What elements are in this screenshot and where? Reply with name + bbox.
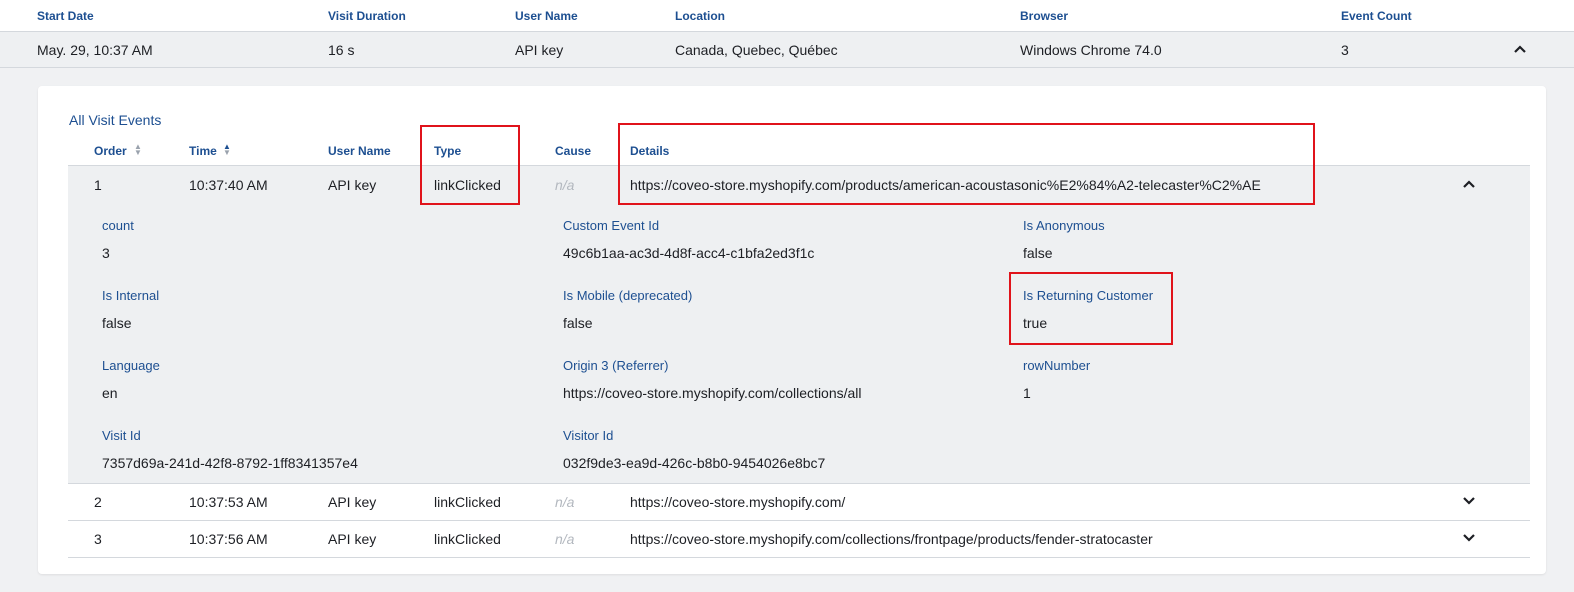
visit-start-date: May. 29, 10:37 AM [37,42,153,58]
detail-value-is-mobile: false [563,315,593,331]
table-row[interactable]: 3 10:37:56 AM API key linkClicked n/a ht… [68,520,1530,557]
detail-value-language: en [102,385,118,401]
card-title: All Visit Events [69,112,162,128]
detail-value-visit-id: 7357d69a-241d-42f8-8792-1ff8341357e4 [102,455,358,471]
detail-value-visitor-id: 032f9de3-ea9d-426c-b8b0-9454026e8bc7 [563,455,826,471]
detail-label-count: count [102,218,134,233]
highlight-box-details [618,123,1315,205]
detail-label-row-number: rowNumber [1023,358,1091,373]
event-user-name: API key [328,531,377,547]
visit-browser: Windows Chrome 74.0 [1020,42,1162,58]
header-cause[interactable]: Cause [555,144,591,158]
event-details-panel: count 3 Custom Event Id 49c6b1aa-ac3d-4d… [68,203,1530,483]
visit-user-name: API key [515,42,564,58]
sort-icon[interactable]: ▲ ▼ [134,143,142,157]
detail-value-row-number: 1 [1023,385,1031,401]
detail-label-visitor-id: Visitor Id [563,428,614,443]
visit-event-count: 3 [1341,42,1349,58]
chevron-down-icon[interactable] [1462,494,1476,508]
event-time: 10:37:56 AM [189,531,268,547]
event-order: 3 [94,531,102,547]
table-row[interactable]: 2 10:37:53 AM API key linkClicked n/a ht… [68,483,1530,520]
event-details: https://coveo-store.myshopify.com/collec… [630,531,1153,547]
event-cause: n/a [555,531,575,547]
sort-icon[interactable]: ▲ ▼ [223,143,231,157]
visits-table-header: Start Date Visit Duration User Name Loca… [0,0,1574,31]
detail-label-is-anonymous: Is Anonymous [1023,218,1105,233]
event-type: linkClicked [434,494,501,510]
header-user-name[interactable]: User Name [328,144,391,158]
header-location[interactable]: Location [675,9,725,23]
divider [68,557,1530,558]
detail-value-custom-event-id: 49c6b1aa-ac3d-4d8f-acc4-c1bfa2ed3f1c [563,245,815,261]
event-details: https://coveo-store.myshopify.com/ [630,494,846,510]
detail-label-visit-id: Visit Id [102,428,141,443]
detail-label-custom-event-id: Custom Event Id [563,218,660,233]
header-visit-duration[interactable]: Visit Duration [328,9,406,23]
header-start-date[interactable]: Start Date [37,9,94,23]
detail-value-count: 3 [102,245,110,261]
detail-value-is-internal: false [102,315,132,331]
event-cause: n/a [555,177,575,193]
detail-value-is-anonymous: false [1023,245,1053,261]
event-time: 10:37:40 AM [189,177,268,193]
event-type: linkClicked [434,531,501,547]
visit-location: Canada, Quebec, Québec [675,42,838,58]
header-browser[interactable]: Browser [1020,9,1068,23]
chevron-up-icon[interactable] [1513,42,1527,56]
event-order: 2 [94,494,102,510]
detail-label-language: Language [102,358,160,373]
chevron-down-icon[interactable] [1462,531,1476,545]
detail-label-is-mobile: Is Mobile (deprecated) [563,288,693,303]
header-order[interactable]: Order [94,144,127,158]
highlight-box-type [420,125,520,205]
event-order: 1 [94,177,102,193]
detail-value-origin-3: https://coveo-store.myshopify.com/collec… [563,385,862,401]
highlight-box-returning-customer [1009,272,1173,345]
header-time[interactable]: Time [189,144,217,158]
detail-label-is-internal: Is Internal [102,288,160,303]
visit-row[interactable]: May. 29, 10:37 AM 16 s API key Canada, Q… [0,31,1574,68]
header-event-count[interactable]: Event Count [1341,9,1412,23]
header-user-name[interactable]: User Name [515,9,578,23]
event-time: 10:37:53 AM [189,494,268,510]
event-cause: n/a [555,494,575,510]
detail-label-origin-3: Origin 3 (Referrer) [563,358,669,373]
chevron-up-icon[interactable] [1462,177,1476,191]
event-user-name: API key [328,177,377,193]
visit-duration: 16 s [328,42,355,58]
event-user-name: API key [328,494,377,510]
